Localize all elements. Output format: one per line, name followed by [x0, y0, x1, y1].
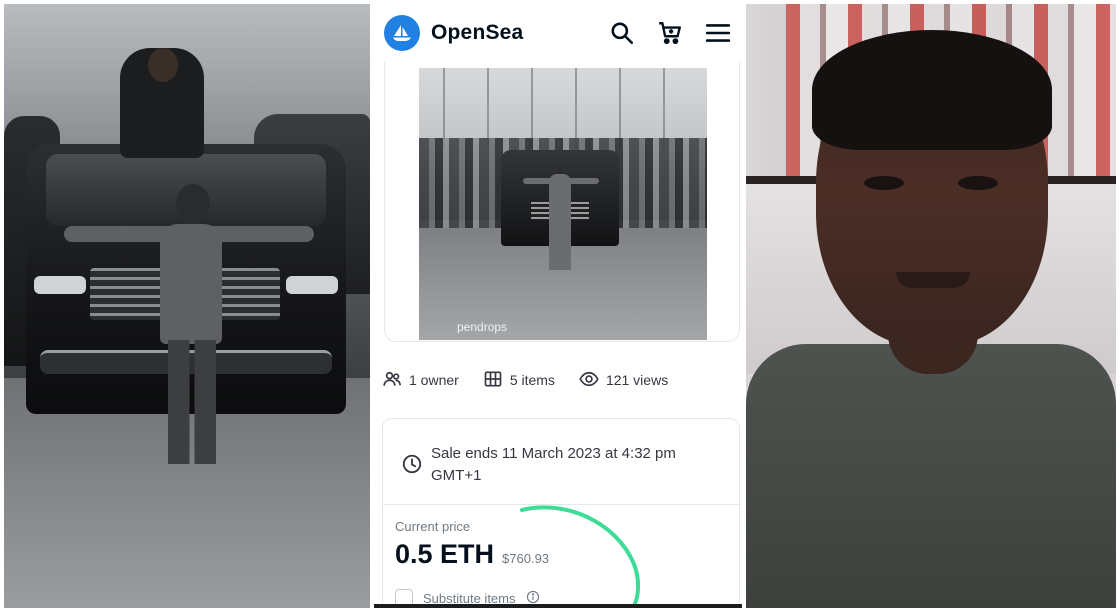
opensea-screenshot-panel: OpenSea pendrops 1 owner 5 items 121 vie… [374, 4, 742, 608]
man-standing-head [148, 48, 178, 82]
views-count: 121 views [605, 372, 669, 388]
bottom-bar [374, 604, 742, 608]
man-front-body [160, 224, 222, 344]
right-eye [958, 176, 998, 190]
car-headlight-left [34, 276, 86, 294]
items-count: 5 items [509, 372, 555, 388]
photo-collage: OpenSea pendrops 1 owner 5 items 121 vie… [0, 0, 1120, 612]
boy-hair [812, 30, 1052, 150]
nft-image-card[interactable]: pendrops [384, 62, 740, 342]
items-stat[interactable]: 5 items [483, 369, 555, 392]
opensea-brand-name[interactable]: OpenSea [431, 21, 523, 45]
header-actions [608, 19, 732, 47]
right-portrait-panel [746, 4, 1116, 608]
nft-stats-row: 1 owner 5 items 121 views [382, 366, 738, 394]
nft-image[interactable]: pendrops [419, 68, 707, 340]
opensea-boat-icon[interactable] [384, 15, 420, 51]
owner-stat[interactable]: 1 owner [382, 369, 459, 392]
green-annotation-stroke [520, 505, 641, 608]
left-photo-panel [4, 4, 370, 608]
price-eth: 0.5 ETH [395, 539, 495, 569]
sale-end-row: Sale ends 11 March 2023 at 4:32 pm GMT+1 [383, 419, 739, 505]
sale-end-text: Sale ends 11 March 2023 at 4:32 pm GMT+1 [431, 445, 676, 484]
man-front-head [176, 184, 210, 224]
grey-shirt [746, 344, 1116, 608]
grid-icon [483, 369, 503, 392]
mouth [896, 272, 970, 288]
owner-count: 1 owner [409, 372, 459, 388]
left-eye [864, 176, 904, 190]
views-stat: 121 views [579, 369, 668, 392]
eye-icon [579, 369, 599, 392]
current-price-label: Current price [395, 519, 471, 534]
opensea-header: OpenSea [374, 4, 742, 62]
man-front-legs [168, 340, 216, 464]
clock-icon [401, 443, 423, 480]
cart-icon[interactable] [656, 19, 684, 47]
nft-watermark: pendrops [457, 320, 508, 334]
nft-street-poles [419, 68, 707, 148]
users-icon [382, 369, 402, 392]
search-icon[interactable] [608, 19, 636, 47]
nft-man [549, 174, 571, 270]
car-headlight-right [286, 276, 338, 294]
hamburger-menu-icon[interactable] [704, 19, 732, 47]
